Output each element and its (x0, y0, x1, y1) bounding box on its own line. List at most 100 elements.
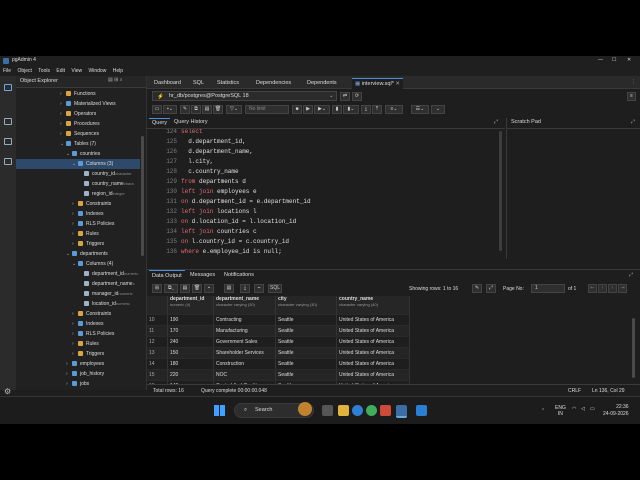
copy-button[interactable]: ⧉ (191, 105, 201, 114)
table-cell[interactable]: United States of America (336, 358, 410, 370)
refresh-connection-button[interactable]: ⟳ (352, 92, 362, 101)
tree-item[interactable]: › Rules (16, 229, 140, 239)
menu-view[interactable]: View (71, 69, 82, 74)
execute-script-button[interactable]: ▶⌄ (314, 105, 330, 114)
edit-range-button[interactable]: ✎ (472, 284, 482, 293)
tabs-menu-icon[interactable]: ⋮ (631, 80, 636, 85)
more-button[interactable]: ⌄ (431, 105, 445, 114)
tree-item[interactable]: › Rules (16, 339, 140, 349)
minimize-icon[interactable]: — (598, 58, 603, 63)
table-cell[interactable]: United States of America (336, 336, 410, 348)
table-cell[interactable]: Construction (213, 358, 276, 370)
table-cell[interactable]: 220 (167, 369, 214, 381)
battery-icon[interactable]: ▭ (590, 407, 595, 412)
delete-rows-button[interactable]: 🗑 (192, 284, 202, 293)
table-cell[interactable]: Manufacturing (213, 325, 276, 337)
format-button[interactable]: ☰⌄ (411, 105, 429, 114)
edit-button[interactable]: ✎ (180, 105, 190, 114)
tab-query-tool[interactable]: ▦ interview.sql* ✕ (352, 78, 403, 89)
first-page-button[interactable]: ⇤ (588, 284, 597, 293)
table-cell[interactable]: Shareholder Services (213, 347, 276, 359)
save-results-button[interactable]: ▤ (224, 284, 234, 293)
table-cell[interactable]: United States of America (336, 369, 410, 381)
tree-item[interactable]: department_idnumeric (16, 269, 140, 279)
tree-item[interactable]: › job_history (16, 369, 140, 379)
wifi-icon[interactable]: ◠ (572, 407, 576, 412)
tab-query-history[interactable]: Query History (171, 118, 211, 127)
save-button[interactable]: ▪⌄ (163, 105, 177, 114)
expand-scratch-icon[interactable]: ⤢ (631, 120, 635, 125)
rollback-button[interactable]: ⤒ (372, 105, 382, 114)
psql-tool-icon[interactable] (4, 138, 12, 145)
tree-item[interactable]: › Operators (16, 109, 140, 119)
tree-item[interactable]: › jobs (16, 379, 140, 389)
maximize-icon[interactable]: ☐ (612, 58, 616, 63)
table-cell[interactable]: 150 (167, 347, 214, 359)
save-data-button[interactable]: ▪ (204, 284, 214, 293)
table-cell[interactable]: United States of America (336, 325, 410, 337)
tree-item[interactable]: › Constraints (16, 199, 140, 209)
table-cell[interactable]: 170 (167, 325, 214, 337)
settings-icon[interactable]: ⚙ (4, 388, 11, 396)
table-row[interactable]: 13 150 Shareholder Services Seattle United S… (147, 347, 410, 359)
table-cell[interactable]: 190 (167, 314, 214, 326)
tree-item[interactable]: country_idcharacter (16, 169, 140, 179)
tree-item[interactable]: › RLS Policies (16, 219, 140, 229)
table-row[interactable]: 14 180 Construction Seattle United States of… (147, 358, 410, 370)
tab-close-icon[interactable]: ✕ (395, 81, 400, 87)
paste-button[interactable]: ▤ (202, 105, 212, 114)
table-cell[interactable]: NOC (213, 369, 276, 381)
table-cell[interactable]: Seattle (275, 314, 337, 326)
table-cell[interactable]: 240 (167, 336, 214, 348)
commit-button[interactable]: ⤓ (361, 105, 371, 114)
tree-item[interactable]: › Constraints (16, 309, 140, 319)
tree-item[interactable]: › Triggers (16, 239, 140, 249)
volume-icon[interactable]: ◁ (581, 407, 585, 412)
tree-item[interactable]: manager_idnumeric (16, 289, 140, 299)
column-header-department-name[interactable]: department_name character varying (30) (213, 296, 276, 315)
tab-messages[interactable]: Messages (187, 270, 218, 280)
close-icon[interactable]: ✕ (627, 58, 631, 63)
pgadmin-taskbar-icon[interactable] (396, 405, 407, 418)
table-cell[interactable]: Seattle (275, 325, 337, 337)
menu-tools[interactable]: Tools (38, 69, 50, 74)
sql-editor[interactable]: 124 select 125 d.department_id, 126 d.depar… (147, 129, 505, 259)
add-row-button[interactable]: ⊞ (152, 284, 162, 293)
tab-dependencies[interactable]: Dependencies (253, 78, 294, 88)
tree-item[interactable]: region_idinteger (16, 189, 140, 199)
tab-sql[interactable]: SQL (190, 78, 207, 88)
vscode-icon[interactable] (416, 405, 427, 416)
chrome-icon[interactable] (366, 405, 377, 416)
widget-icon[interactable] (298, 402, 312, 416)
prev-page-button[interactable]: ‹ (598, 284, 607, 293)
page-input[interactable]: 1 (531, 284, 565, 293)
filter-button[interactable]: ▽⌄ (226, 105, 242, 114)
tree-item[interactable]: location_idnumeric (16, 299, 140, 309)
tree-item[interactable]: › Sequences (16, 129, 140, 139)
paste-rows-button[interactable]: ▤ (180, 284, 190, 293)
tree-item[interactable]: › Functions (16, 89, 140, 99)
expand-output-icon[interactable]: ⤢ (629, 273, 633, 278)
new-connection-button[interactable]: ⇄ (340, 92, 350, 101)
table-cell[interactable]: 180 (167, 358, 214, 370)
tree-item[interactable]: › RLS Policies (16, 329, 140, 339)
tree-item[interactable]: › employees (16, 359, 140, 369)
menu-help[interactable]: Help (113, 69, 123, 74)
tab-statistics[interactable]: Statistics (214, 78, 242, 88)
table-row[interactable]: 11 170 Manufacturing Seattle United States o… (147, 325, 410, 337)
windows-start-icon[interactable] (214, 405, 225, 416)
last-page-button[interactable]: ⇥ (618, 284, 627, 293)
download-button[interactable]: ⤓ (240, 284, 250, 293)
tab-dependents[interactable]: Dependents (304, 78, 340, 88)
tree-item[interactable]: ⌄ Columns (4) (16, 259, 140, 269)
tree-item[interactable]: ⌄ departments (16, 249, 140, 259)
copy-rows-button[interactable]: ⧉⌄ (164, 284, 178, 293)
language-indicator[interactable]: ENG IN (555, 405, 566, 417)
tree-item[interactable]: › Procedures (16, 119, 140, 129)
column-header-city[interactable]: city character varying (30) (275, 296, 337, 315)
explorer-scrollbar[interactable] (141, 136, 144, 256)
column-header-department-id[interactable]: department_id numeric (4) (167, 296, 214, 315)
table-cell[interactable]: Contracting (213, 314, 276, 326)
object-explorer-icon[interactable] (4, 84, 12, 91)
tree-item[interactable]: › Triggers (16, 349, 140, 359)
